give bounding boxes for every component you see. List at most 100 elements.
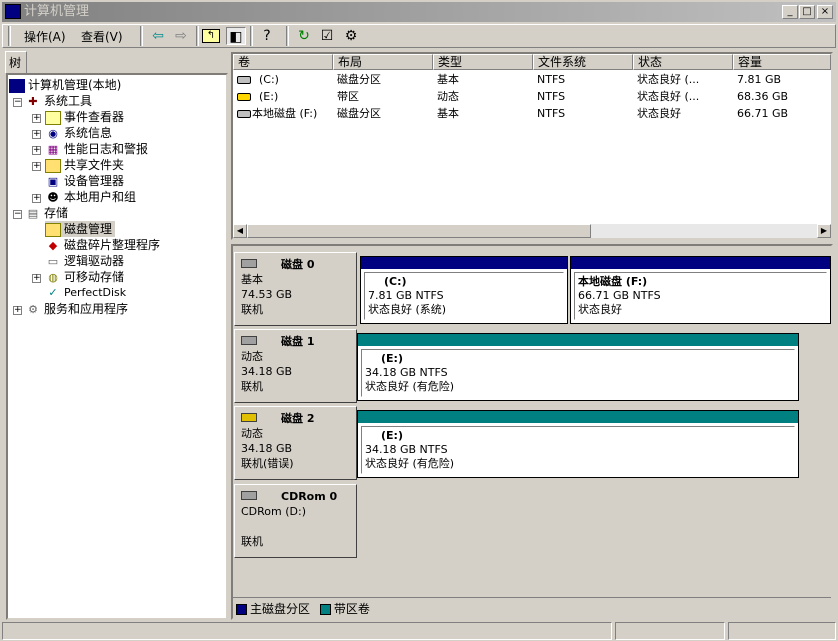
list-cell[interactable]: 66.71 GB xyxy=(733,105,788,122)
list-cell[interactable]: 动态 xyxy=(433,88,459,105)
expand-icon[interactable]: + xyxy=(32,194,41,203)
list-cell[interactable]: 带区 xyxy=(333,88,359,105)
tree-storage[interactable]: ▤ 存储 xyxy=(25,205,68,221)
partition-size: 7.81 GB NTFS xyxy=(368,289,444,302)
minimize-button[interactable]: _ xyxy=(782,5,798,19)
horizontal-scrollbar[interactable]: ◀ ▶ xyxy=(233,224,831,238)
col-filesystem[interactable]: 文件系统 xyxy=(533,54,633,70)
drive-icon xyxy=(237,110,251,118)
settings-icon[interactable]: ⚙ xyxy=(341,27,361,45)
expand-icon[interactable]: + xyxy=(32,114,41,123)
col-type[interactable]: 类型 xyxy=(433,54,533,70)
computer-icon xyxy=(9,78,25,93)
tree-removable-storage[interactable]: ◍ 可移动存储 xyxy=(45,269,124,285)
tree-system-tools[interactable]: ✚ 系统工具 xyxy=(25,93,92,109)
window-title: 计算机管理 xyxy=(24,4,90,19)
tree-device-manager[interactable]: ▣ 设备管理器 xyxy=(45,173,124,189)
cdrom-icon xyxy=(241,491,257,500)
tree-logical-drives[interactable]: ▭ 逻辑驱动器 xyxy=(45,253,124,269)
partition[interactable]: (C:) 7.81 GB NTFS 状态良好 (系统) xyxy=(360,256,568,324)
volume-name[interactable]: 本地磁盘 (F:) xyxy=(233,105,317,122)
help-icon[interactable]: ? xyxy=(257,27,277,45)
list-cell[interactable]: 状态良好 xyxy=(633,105,681,122)
separator xyxy=(250,26,253,46)
properties-icon[interactable]: ☑ xyxy=(317,27,337,45)
list-cell[interactable]: NTFS xyxy=(533,105,565,122)
list-cell[interactable]: NTFS xyxy=(533,88,565,105)
collapse-icon[interactable]: − xyxy=(13,98,22,107)
disk-size: 34.18 GB xyxy=(241,365,293,378)
cell-text: 本地磁盘 (F:) xyxy=(252,107,318,120)
tree-perfectdisk[interactable]: ✓ PerfectDisk xyxy=(45,285,126,301)
back-icon[interactable]: ⇦ xyxy=(148,27,168,45)
partition[interactable]: 本地磁盘 (F:) 66.71 GB NTFS 状态良好 xyxy=(570,256,831,324)
drive-icon xyxy=(237,76,251,84)
list-cell[interactable]: 状态良好 (... xyxy=(633,71,699,88)
partition-color-bar xyxy=(358,334,798,346)
tab-tree[interactable]: 树 xyxy=(5,51,27,73)
volume-list: 卷 布局 类型 文件系统 状态 容量 (C:) 磁盘分区 基本 NTFS 状态良好 (.… xyxy=(231,52,833,240)
disk-label-1[interactable]: 磁盘 1 动态 34.18 GB 联机 xyxy=(234,329,357,403)
disk-label-0[interactable]: 磁盘 0 基本 74.53 GB 联机 xyxy=(234,252,357,326)
event-viewer-icon xyxy=(45,110,61,125)
cell-text: 状态良好 (... xyxy=(637,90,700,103)
up-folder-icon[interactable]: ↰ xyxy=(202,29,220,43)
menu-view[interactable]: 查看(V) xyxy=(81,28,123,45)
volume-name[interactable]: (C:) xyxy=(233,71,279,88)
cell-text: 动态 xyxy=(437,90,459,103)
system-info-icon: ◉ xyxy=(48,126,58,140)
close-button[interactable]: × xyxy=(817,5,833,19)
tree-system-info[interactable]: ◉ 系统信息 xyxy=(45,125,112,141)
list-cell[interactable]: 状态良好 (... xyxy=(633,88,699,105)
scroll-right-button[interactable]: ▶ xyxy=(817,224,831,238)
tree-label: 存储 xyxy=(44,206,69,220)
disk-label-3[interactable]: CDRom 0 CDRom (D:) 联机 xyxy=(234,484,357,558)
show-tree-icon[interactable]: ◧ xyxy=(226,27,246,45)
expand-icon[interactable]: + xyxy=(32,274,41,283)
refresh-icon[interactable]: ↻ xyxy=(294,27,314,45)
volume-name[interactable]: (E:) xyxy=(233,88,278,105)
tree-defrag[interactable]: ◆ 磁盘碎片整理程序 xyxy=(45,237,160,253)
expand-icon[interactable]: + xyxy=(13,306,22,315)
list-cell[interactable]: 磁盘分区 xyxy=(333,71,381,88)
menu-action[interactable]: 操作(A) xyxy=(24,28,66,45)
separator xyxy=(286,26,289,46)
col-volume[interactable]: 卷 xyxy=(233,54,333,70)
partition-label: (C:) xyxy=(384,275,407,288)
list-cell[interactable]: 7.81 GB xyxy=(733,71,781,88)
partition[interactable]: (E:) 34.18 GB NTFS 状态良好 (有危险) xyxy=(357,333,799,401)
tree-computer-management[interactable]: 计算机管理(本地) xyxy=(9,77,121,93)
partition[interactable]: (E:) 34.18 GB NTFS 状态良好 (有危险) xyxy=(357,410,799,478)
tree-services-apps[interactable]: ⚙ 服务和应用程序 xyxy=(25,301,128,317)
disk-status: 联机 xyxy=(241,380,263,393)
cell-text: (E:) xyxy=(259,90,279,103)
expand-icon[interactable]: + xyxy=(32,162,41,171)
col-capacity[interactable]: 容量 xyxy=(733,54,831,70)
tree-perf-logs[interactable]: ▦ 性能日志和警报 xyxy=(45,141,148,157)
disk-name: 磁盘 0 xyxy=(281,258,315,271)
list-cell[interactable]: 基本 xyxy=(433,71,459,88)
toolbar-grip xyxy=(8,26,11,46)
tree-shared-folders[interactable]: 共享文件夹 xyxy=(45,157,124,173)
tree-event-viewer[interactable]: 事件查看器 xyxy=(45,109,124,125)
forward-icon[interactable]: ⇨ xyxy=(171,27,191,45)
scroll-left-button[interactable]: ◀ xyxy=(233,224,247,238)
col-status[interactable]: 状态 xyxy=(633,54,733,70)
expand-icon[interactable]: + xyxy=(32,146,41,155)
partition-status: 状态良好 (有危险) xyxy=(365,457,455,470)
list-cell[interactable]: 68.36 GB xyxy=(733,88,788,105)
cell-text: 状态良好 (... xyxy=(637,73,700,86)
col-layout[interactable]: 布局 xyxy=(333,54,433,70)
expand-icon[interactable]: + xyxy=(32,130,41,139)
tree-disk-management[interactable]: 磁盘管理 xyxy=(45,221,116,237)
tree-local-users[interactable]: ☻ 本地用户和组 xyxy=(45,189,136,205)
list-cell[interactable]: NTFS xyxy=(533,71,565,88)
disk-label-2[interactable]: 磁盘 2 动态 34.18 GB 联机(错误) xyxy=(234,406,357,480)
list-cell[interactable]: 基本 xyxy=(433,105,459,122)
scroll-thumb[interactable] xyxy=(247,224,591,238)
collapse-icon[interactable]: − xyxy=(13,210,22,219)
maximize-button[interactable]: □ xyxy=(799,5,815,19)
legend-striped: 带区卷 xyxy=(333,602,370,616)
list-cell[interactable]: 磁盘分区 xyxy=(333,105,381,122)
warning-drive-icon xyxy=(237,93,251,101)
